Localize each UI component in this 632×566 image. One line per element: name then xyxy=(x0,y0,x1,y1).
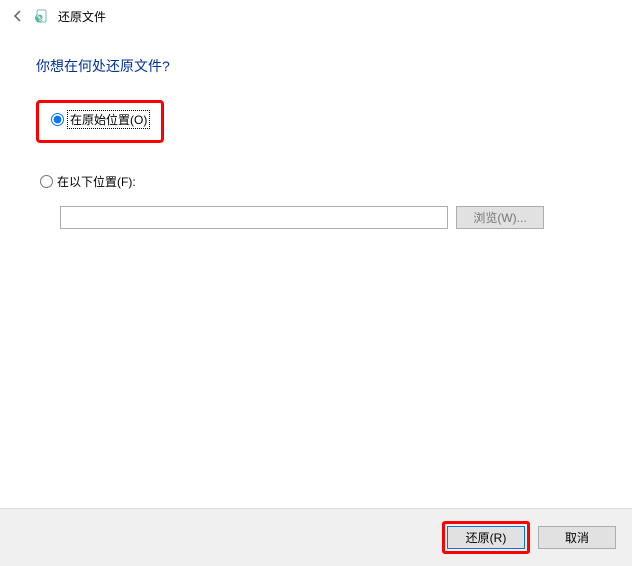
restore-button[interactable]: 还原(R) xyxy=(447,526,525,549)
cancel-button[interactable]: 取消 xyxy=(538,526,616,549)
radio-original-location[interactable]: 在原始位置(O) xyxy=(47,109,153,130)
radio-custom-location[interactable]: 在以下位置(F): xyxy=(36,171,596,192)
radio-custom-label: 在以下位置(F): xyxy=(57,173,136,190)
radio-custom-input[interactable] xyxy=(40,175,53,188)
back-arrow-icon[interactable] xyxy=(10,8,26,24)
path-row: 浏览(W)... xyxy=(60,206,596,229)
location-radio-group: 在原始位置(O) 在以下位置(F): 浏览(W)... xyxy=(36,100,596,229)
window-title: 还原文件 xyxy=(58,8,106,25)
path-input[interactable] xyxy=(60,206,448,229)
dialog-footer: 还原(R) 取消 xyxy=(0,508,632,566)
restore-file-icon xyxy=(34,8,50,24)
highlight-restore-button: 还原(R) xyxy=(442,521,530,554)
highlight-original-option: 在原始位置(O) xyxy=(36,100,164,143)
browse-button[interactable]: 浏览(W)... xyxy=(456,206,544,229)
content-area: 你想在何处还原文件? 在原始位置(O) 在以下位置(F): 浏览(W)... xyxy=(0,32,632,508)
radio-original-input[interactable] xyxy=(51,113,64,126)
radio-original-label: 在原始位置(O) xyxy=(68,111,149,128)
question-heading: 你想在何处还原文件? xyxy=(36,56,596,76)
window-header: 还原文件 xyxy=(0,0,632,32)
